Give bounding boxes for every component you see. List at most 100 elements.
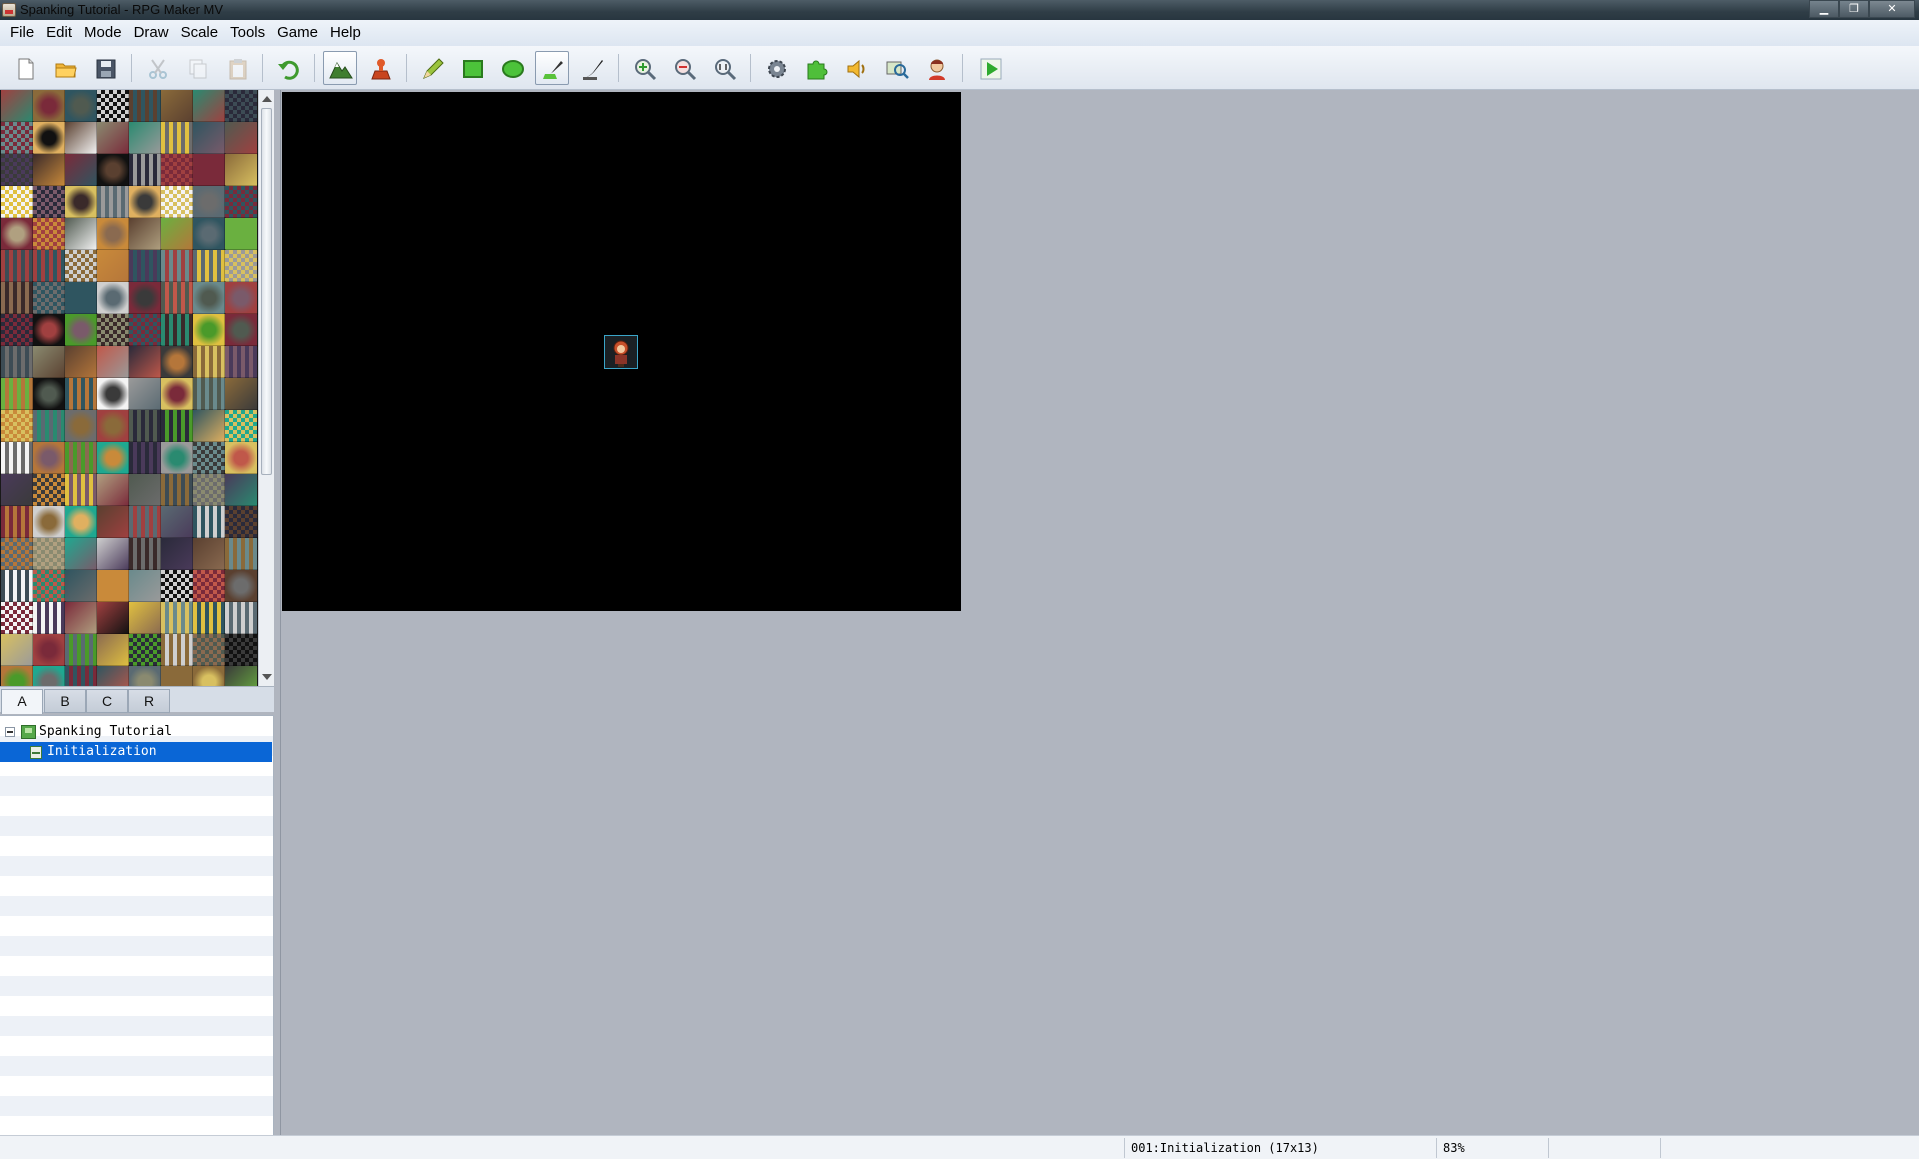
tile[interactable] [160, 473, 194, 507]
tile[interactable] [96, 185, 130, 219]
tile[interactable] [192, 441, 226, 475]
tile[interactable] [96, 633, 130, 667]
open-project-button[interactable] [48, 51, 82, 85]
tile[interactable] [96, 665, 130, 686]
tile[interactable] [96, 313, 130, 347]
tile[interactable] [192, 90, 226, 123]
tile[interactable] [224, 633, 258, 667]
scrollbar-thumb[interactable] [261, 108, 272, 475]
tile[interactable] [160, 409, 194, 443]
tile[interactable] [192, 601, 226, 635]
tile[interactable] [224, 537, 258, 571]
tile[interactable] [160, 217, 194, 251]
tile[interactable] [160, 249, 194, 283]
tile[interactable] [32, 90, 66, 123]
menu-tools[interactable]: Tools [224, 20, 271, 46]
tile[interactable] [96, 601, 130, 635]
pencil-tool-button[interactable] [415, 51, 449, 85]
scroll-up-arrow-icon[interactable] [262, 96, 272, 102]
tile[interactable] [0, 90, 34, 123]
event-mode-button[interactable] [363, 51, 397, 85]
tile[interactable] [224, 473, 258, 507]
tile[interactable] [0, 121, 34, 155]
character-generator-button[interactable] [919, 51, 953, 85]
tile[interactable] [160, 90, 194, 123]
cut-button[interactable] [140, 51, 174, 85]
tile[interactable] [96, 217, 130, 251]
tile[interactable] [128, 377, 162, 411]
tile[interactable] [32, 537, 66, 571]
tile[interactable] [160, 537, 194, 571]
tile[interactable] [192, 473, 226, 507]
tile[interactable] [0, 441, 34, 475]
tile[interactable] [32, 217, 66, 251]
playtest-button[interactable] [973, 51, 1007, 85]
tile[interactable] [64, 90, 98, 123]
tile[interactable] [32, 633, 66, 667]
tile[interactable] [224, 569, 258, 603]
tile[interactable] [224, 441, 258, 475]
tile[interactable] [0, 313, 34, 347]
tile[interactable] [96, 441, 130, 475]
tile[interactable] [64, 153, 98, 187]
tile[interactable] [64, 473, 98, 507]
tile-palette[interactable] [0, 90, 258, 686]
tile[interactable] [32, 249, 66, 283]
tile[interactable] [192, 569, 226, 603]
tile[interactable] [128, 569, 162, 603]
tile[interactable] [160, 633, 194, 667]
tile[interactable] [0, 505, 34, 539]
save-project-button[interactable] [88, 51, 122, 85]
tile[interactable] [192, 217, 226, 251]
menu-mode[interactable]: Mode [78, 20, 128, 46]
tile[interactable] [128, 473, 162, 507]
tile[interactable] [32, 185, 66, 219]
collapse-icon[interactable] [5, 727, 15, 737]
tile[interactable] [0, 217, 34, 251]
tile[interactable] [64, 633, 98, 667]
tile[interactable] [64, 441, 98, 475]
tile[interactable] [96, 345, 130, 379]
tile[interactable] [32, 153, 66, 187]
menu-file[interactable]: File [4, 20, 40, 46]
tile[interactable] [192, 185, 226, 219]
tile[interactable] [160, 441, 194, 475]
paste-button[interactable] [220, 51, 254, 85]
tile[interactable] [160, 377, 194, 411]
tile[interactable] [192, 345, 226, 379]
tile[interactable] [96, 121, 130, 155]
tile[interactable] [128, 121, 162, 155]
tile[interactable] [160, 601, 194, 635]
tile[interactable] [0, 569, 34, 603]
tile[interactable] [192, 665, 226, 686]
menu-game[interactable]: Game [271, 20, 324, 46]
tab-b[interactable]: B [44, 689, 86, 713]
tile[interactable] [224, 409, 258, 443]
tile[interactable] [32, 601, 66, 635]
tile[interactable] [224, 90, 258, 123]
tile[interactable] [64, 665, 98, 686]
tile[interactable] [128, 345, 162, 379]
tile[interactable] [160, 313, 194, 347]
tile[interactable] [64, 313, 98, 347]
zoom-in-button[interactable] [627, 51, 661, 85]
tile[interactable] [64, 601, 98, 635]
menu-edit[interactable]: Edit [40, 20, 78, 46]
tile[interactable] [160, 345, 194, 379]
tile[interactable] [0, 153, 34, 187]
tile[interactable] [224, 217, 258, 251]
tile[interactable] [64, 121, 98, 155]
tile[interactable] [128, 281, 162, 315]
tab-a[interactable]: A [1, 689, 43, 714]
event-searcher-button[interactable] [879, 51, 913, 85]
tile[interactable] [192, 281, 226, 315]
tile[interactable] [32, 569, 66, 603]
tile[interactable] [96, 505, 130, 539]
tile[interactable] [224, 281, 258, 315]
tile[interactable] [0, 377, 34, 411]
ellipse-tool-button[interactable] [495, 51, 529, 85]
tile[interactable] [224, 153, 258, 187]
tile[interactable] [128, 185, 162, 219]
tile[interactable] [64, 185, 98, 219]
tile[interactable] [0, 665, 34, 686]
